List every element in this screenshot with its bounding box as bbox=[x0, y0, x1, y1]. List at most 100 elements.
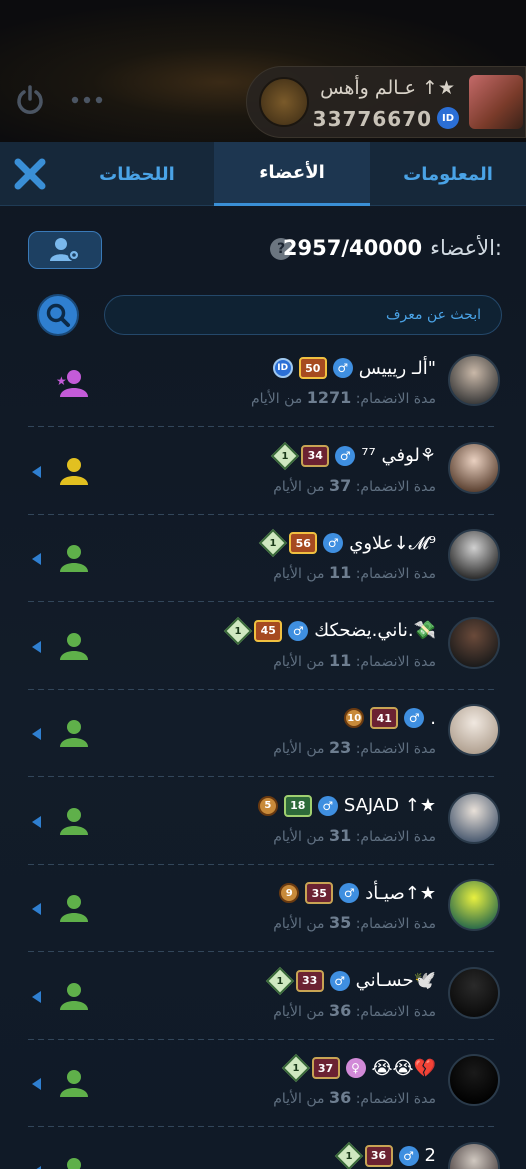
member-name-line: ألـ ريييس" ♂ 50 ID bbox=[272, 354, 436, 382]
duration-days: 31 bbox=[328, 825, 352, 845]
room-info-card[interactable]: عـالم وأهس ↑★ 33776670 ID bbox=[246, 66, 526, 138]
expand-arrow-icon[interactable] bbox=[32, 1165, 41, 1169]
member-name: لوفي ⁷⁷⚘ bbox=[361, 445, 436, 466]
room-name: عـالم وأهس ↑★ bbox=[320, 77, 455, 99]
expand-arrow-icon[interactable] bbox=[32, 990, 41, 1003]
duration-suffix: من الأيام bbox=[273, 741, 329, 757]
member-role-icon[interactable] bbox=[56, 1068, 90, 1098]
member-row[interactable]: 😭😭💔 ♀ 37 1 مدة الانضمام: 36 من الأيام bbox=[0, 1040, 526, 1127]
member-avatar[interactable] bbox=[448, 1054, 500, 1106]
member-role-icon[interactable] bbox=[56, 1156, 90, 1169]
more-icon[interactable] bbox=[70, 93, 104, 107]
duration-days: 1271 bbox=[306, 388, 352, 407]
duration-days: 36 bbox=[328, 1088, 352, 1107]
member-name-line: حسـاني🕊️ ♂ 33 1 bbox=[265, 966, 436, 995]
diamond-badge: 1 bbox=[265, 966, 294, 995]
member-name: حسـاني🕊️ bbox=[355, 970, 436, 991]
member-avatar[interactable] bbox=[448, 704, 500, 756]
expand-arrow-icon[interactable] bbox=[32, 465, 41, 478]
close-icon[interactable] bbox=[10, 154, 50, 194]
duration-prefix: مدة الانضمام: bbox=[351, 391, 436, 407]
member-avatar[interactable] bbox=[448, 441, 500, 494]
duration-suffix: من الأيام bbox=[250, 391, 307, 407]
expand-arrow-icon[interactable] bbox=[32, 903, 41, 915]
tab-bar: المعلومات الأعضاء اللحظات bbox=[0, 142, 526, 206]
member-name: . bbox=[430, 707, 436, 729]
expand-arrow-icon[interactable] bbox=[32, 728, 41, 740]
member-row[interactable]: علاوي↓𝓜⁹ ♂ 56 1 مدة الانضمام: 11 من الأيام bbox=[0, 515, 526, 602]
duration-prefix: مدة الانضمام: bbox=[351, 1091, 436, 1107]
member-row[interactable]: ناني.يضحكك.💸 ♂ 45 1 مدة الانضمام: 11 من الأي… bbox=[0, 603, 526, 690]
rank-medal: 10 bbox=[344, 708, 365, 728]
expand-arrow-icon[interactable] bbox=[32, 553, 41, 565]
male-icon: ♂ bbox=[404, 708, 425, 728]
member-join-duration: مدة الانضمام: 35 من الأيام bbox=[273, 913, 436, 932]
member-avatar[interactable] bbox=[448, 1141, 500, 1169]
diamond-badge: 1 bbox=[271, 441, 300, 470]
admin-role-icon[interactable]: ★ bbox=[56, 368, 90, 398]
member-name: ناني.يضحكك.💸 bbox=[314, 620, 436, 641]
level-badge: 33 bbox=[295, 969, 324, 992]
member-row[interactable]: 2 ♂ 36 1 bbox=[0, 1128, 526, 1169]
member-role-icon[interactable] bbox=[56, 543, 90, 573]
member-row[interactable]: حسـاني🕊️ ♂ 33 1 مدة الانضمام: 36 من الأيام bbox=[0, 953, 526, 1040]
diamond-badge: 1 bbox=[259, 528, 288, 558]
search-button[interactable] bbox=[37, 294, 79, 336]
member-name-line: . ♂ 41 10 bbox=[344, 704, 436, 732]
rank-medal: 9 bbox=[279, 883, 300, 903]
member-row[interactable]: ألـ ريييس" ♂ 50 ID مدة الانضمام: 1271 من الأ… bbox=[0, 340, 526, 427]
power-icon[interactable] bbox=[14, 84, 46, 116]
duration-suffix: من الأيام bbox=[273, 916, 329, 932]
member-role-icon[interactable] bbox=[56, 456, 90, 486]
room-header: عـالم وأهس ↑★ 33776670 ID bbox=[0, 0, 526, 142]
male-icon: ♂ bbox=[288, 620, 309, 641]
members-count: 2957/40000 الأعضاء: bbox=[283, 236, 502, 260]
members-count-value: 2957/40000 bbox=[282, 236, 423, 260]
male-icon: ♂ bbox=[317, 795, 338, 816]
member-name-line: علاوي↓𝓜⁹ ♂ 56 1 bbox=[259, 528, 436, 558]
search-input[interactable] bbox=[104, 295, 502, 335]
duration-prefix: مدة الانضمام: bbox=[351, 916, 436, 932]
member-name: 2 bbox=[424, 1145, 436, 1166]
duration-days: 36 bbox=[328, 1000, 352, 1020]
duration-days: 23 bbox=[328, 738, 352, 757]
tab-moments[interactable]: اللحظات bbox=[60, 142, 214, 206]
member-role-icon[interactable] bbox=[56, 893, 90, 923]
member-settings-button[interactable] bbox=[28, 231, 102, 269]
female-icon: ♀ bbox=[345, 1058, 366, 1078]
member-row[interactable]: SAJAD ↑★ ♂ 18 5 مدة الانضمام: 31 من الأيام bbox=[0, 778, 526, 865]
member-role-icon[interactable] bbox=[56, 631, 90, 661]
expand-arrow-icon[interactable] bbox=[32, 1078, 41, 1090]
member-row[interactable]: صيـأد↑★ ♂ 35 9 مدة الانضمام: 35 من الأيام bbox=[0, 865, 526, 952]
member-name: صيـأد↑★ bbox=[365, 882, 436, 904]
tab-members[interactable]: الأعضاء bbox=[214, 142, 370, 206]
duration-suffix: من الأيام bbox=[273, 1003, 329, 1020]
member-row[interactable]: لوفي ⁷⁷⚘ ♂ 34 1 مدة الانضمام: 37 من الأيام bbox=[0, 428, 526, 515]
member-role-icon[interactable] bbox=[56, 718, 90, 748]
member-join-duration: مدة الانضمام: 23 من الأيام bbox=[273, 738, 436, 757]
member-avatar[interactable] bbox=[448, 354, 500, 406]
member-name: ألـ ريييس" bbox=[358, 357, 436, 379]
member-avatar[interactable] bbox=[448, 966, 500, 1019]
duration-suffix: من الأيام bbox=[273, 566, 329, 582]
member-role-icon[interactable] bbox=[56, 806, 90, 836]
tab-info[interactable]: المعلومات bbox=[370, 142, 526, 206]
member-avatar[interactable] bbox=[448, 879, 500, 931]
member-row[interactable]: . ♂ 41 10 مدة الانضمام: 23 من الأيام bbox=[0, 690, 526, 777]
room-level-badge-icon bbox=[259, 77, 309, 127]
duration-prefix: مدة الانضمام: bbox=[351, 828, 436, 845]
member-avatar[interactable] bbox=[448, 616, 500, 669]
duration-suffix: من الأيام bbox=[273, 828, 329, 845]
member-role-icon[interactable] bbox=[56, 981, 90, 1011]
expand-arrow-icon[interactable] bbox=[32, 640, 41, 653]
expand-arrow-icon[interactable] bbox=[32, 815, 41, 828]
duration-days: 37 bbox=[328, 475, 352, 495]
male-icon: ♂ bbox=[339, 883, 360, 903]
member-name-line: SAJAD ↑★ ♂ 18 5 bbox=[257, 792, 436, 820]
diamond-badge: 1 bbox=[224, 616, 253, 645]
room-id: 33776670 bbox=[312, 107, 432, 131]
male-icon: ♂ bbox=[335, 445, 356, 466]
member-avatar[interactable] bbox=[448, 791, 500, 844]
member-name: 😭😭💔 bbox=[371, 1057, 436, 1079]
member-avatar[interactable] bbox=[448, 529, 500, 581]
